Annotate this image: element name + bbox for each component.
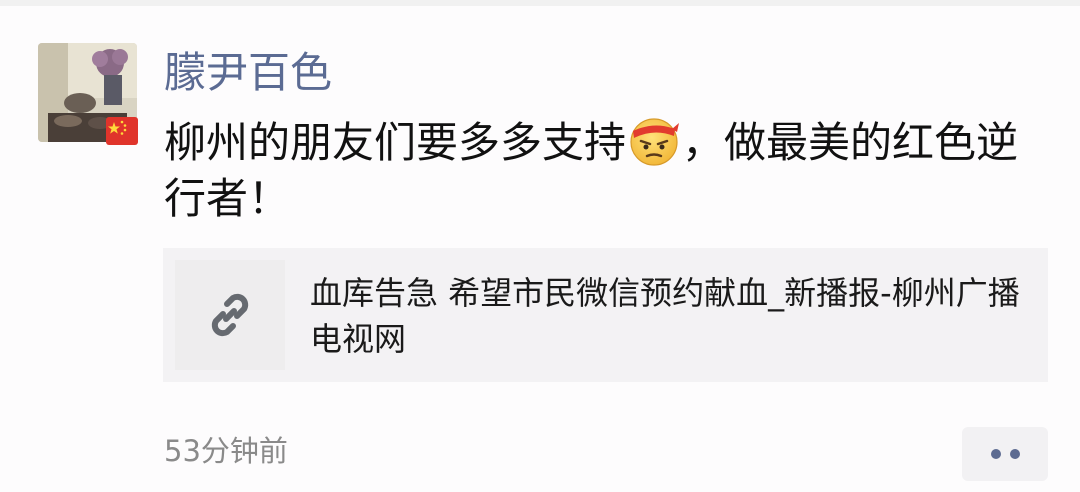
link-thumbnail [175,260,285,370]
determined-face-emoji-icon [628,115,680,167]
more-dots-icon [990,449,1001,459]
link-icon [211,293,249,337]
more-dots-icon [1009,449,1020,459]
link-title: 血库告急 希望市民微信预约献血_新播报-柳州广播电视网 [310,274,1020,358]
divider [0,0,1080,6]
link-card[interactable]: 血库告急 希望市民微信预约献血_新播报-柳州广播电视网 [163,248,1048,382]
more-button[interactable] [962,427,1048,481]
username[interactable]: 朦尹百色 [164,46,332,100]
timestamp: 53分钟前 [164,434,288,468]
post-text: 柳州的朋友们要多多支持 ，做最美的红色逆行者！ [164,115,1034,227]
china-flag-badge [106,117,138,145]
moments-post: 朦尹百色 柳州的朋友们要多多支持 ，做最美的红色逆行者！ 血库告急 希望市民微信… [0,0,1080,492]
post-text-part-1: 柳州的朋友们要多多支持 [164,118,627,167]
